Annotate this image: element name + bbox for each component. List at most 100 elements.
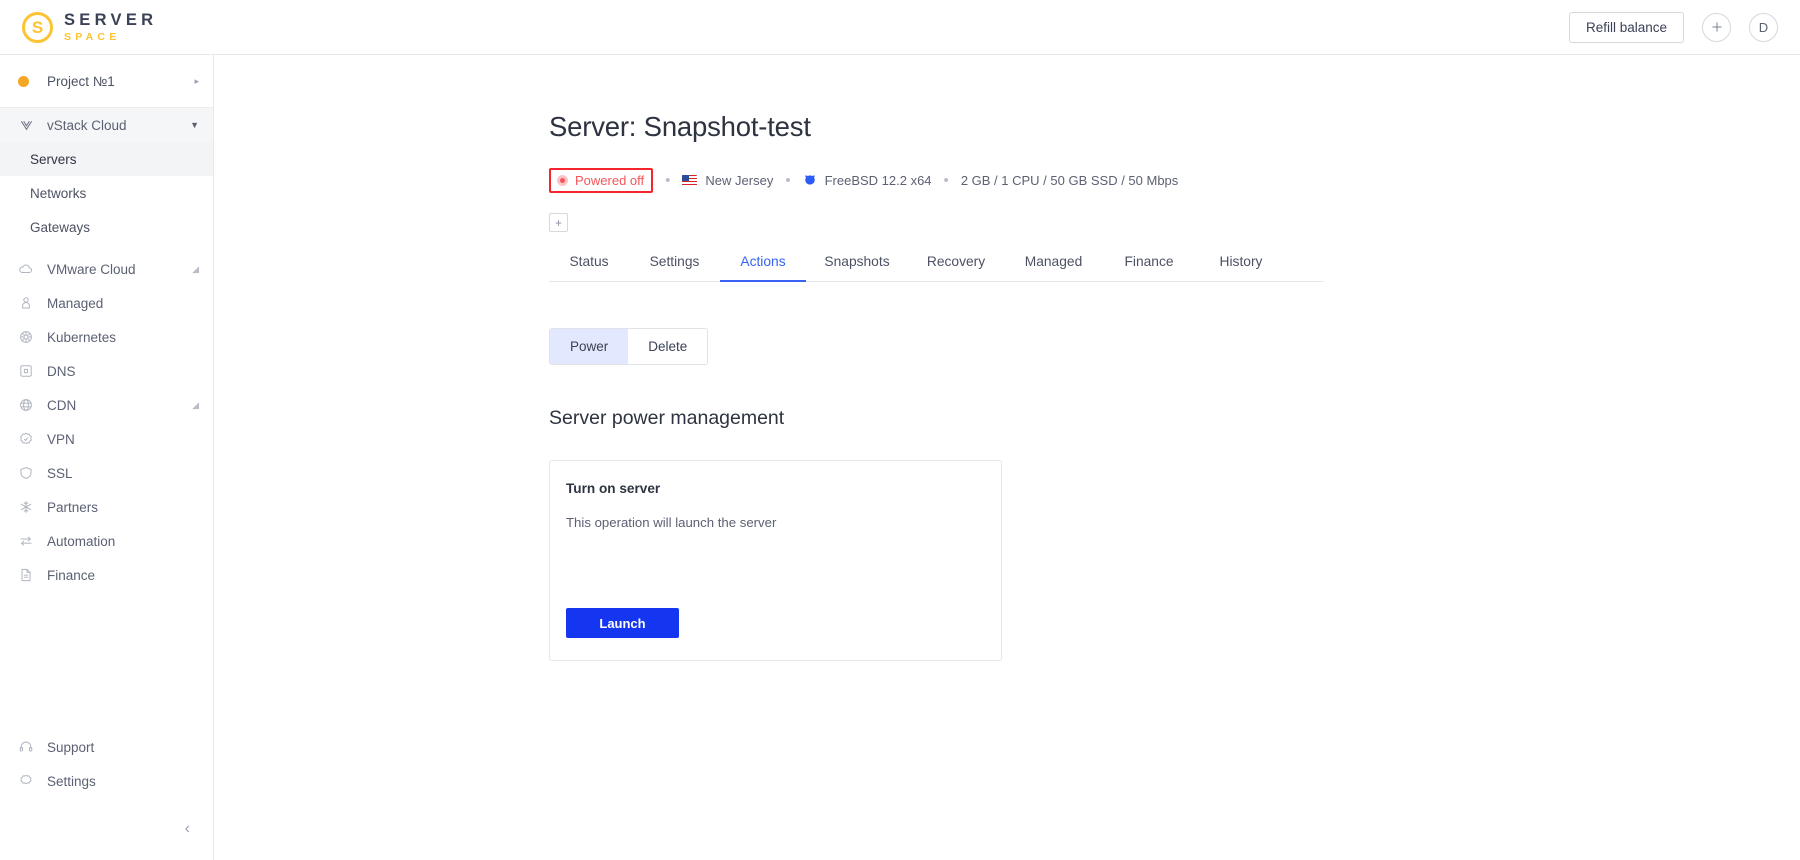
server-meta-row: Powered off • New Jersey • FreeBSD 12.2 … bbox=[549, 167, 1800, 193]
refill-balance-button[interactable]: Refill balance bbox=[1568, 11, 1684, 43]
sidebar-item-label: SSL bbox=[47, 465, 73, 481]
sidebar: Project №1 ▸ vStack Cloud ▼ Servers Netw… bbox=[0, 55, 214, 860]
delete-mode-button[interactable]: Delete bbox=[628, 329, 708, 364]
vpn-badge-icon bbox=[18, 431, 34, 447]
sidebar-item-label: Support bbox=[47, 739, 95, 755]
us-flag-icon bbox=[682, 174, 698, 186]
chevron-down-icon: ▼ bbox=[190, 120, 199, 130]
vstack-icon bbox=[18, 117, 34, 133]
sidebar-item-label: Kubernetes bbox=[47, 329, 117, 345]
sidebar-item-label: Gateways bbox=[30, 219, 91, 235]
headset-icon bbox=[18, 739, 34, 755]
sidebar-item-cdn[interactable]: CDN ◢ bbox=[0, 388, 213, 422]
main-content: Server: Snapshot-test Powered off • New … bbox=[215, 56, 1800, 860]
top-bar: S SERVER SPACE Refill balance D bbox=[0, 0, 1800, 55]
expand-arrow-icon: ◢ bbox=[192, 399, 199, 410]
freebsd-icon bbox=[803, 173, 817, 187]
sidebar-item-vpn[interactable]: VPN bbox=[0, 422, 213, 456]
dns-box-icon bbox=[18, 363, 34, 379]
sidebar-item-support[interactable]: Support bbox=[0, 730, 214, 764]
sidebar-item-servers[interactable]: Servers bbox=[0, 142, 213, 176]
sidebar-item-networks[interactable]: Networks bbox=[0, 176, 213, 210]
card-description: This operation will launch the server bbox=[566, 515, 777, 530]
snowflake-icon bbox=[18, 499, 34, 515]
gear-icon bbox=[18, 773, 34, 789]
tab-finance[interactable]: Finance bbox=[1103, 254, 1195, 281]
sidebar-item-vstack-cloud[interactable]: vStack Cloud ▼ bbox=[0, 108, 213, 142]
tab-managed[interactable]: Managed bbox=[1004, 254, 1103, 281]
sidebar-nav: vStack Cloud ▼ Servers Networks Gateways… bbox=[0, 108, 213, 592]
project-label: Project №1 bbox=[47, 73, 115, 89]
tab-label: Finance bbox=[1124, 254, 1174, 269]
tab-label: Settings bbox=[649, 254, 700, 269]
server-specs: 2 GB / 1 CPU / 50 GB SSD / 50 Mbps bbox=[961, 173, 1178, 188]
sidebar-item-gateways[interactable]: Gateways bbox=[0, 210, 213, 244]
avatar[interactable]: D bbox=[1749, 12, 1778, 42]
sidebar-item-automation[interactable]: Automation bbox=[0, 524, 213, 558]
tab-snapshots[interactable]: Snapshots bbox=[806, 254, 908, 281]
action-mode-switch: Power Delete bbox=[549, 328, 709, 365]
server-location: New Jersey bbox=[682, 173, 773, 188]
status-label: Powered off bbox=[575, 172, 645, 188]
brand-logo[interactable]: S SERVER SPACE bbox=[22, 11, 158, 43]
sidebar-item-finance[interactable]: Finance bbox=[0, 558, 213, 592]
top-bar-actions: Refill balance D bbox=[1568, 11, 1778, 43]
sidebar-footer: Support Settings ‹ bbox=[0, 730, 214, 860]
power-action-card: Turn on server This operation will launc… bbox=[549, 460, 1002, 661]
tab-label: Snapshots bbox=[824, 254, 890, 269]
sidebar-item-label: Partners bbox=[47, 499, 99, 515]
kubernetes-icon bbox=[18, 329, 34, 345]
sidebar-item-label: Servers bbox=[30, 151, 77, 167]
sidebar-collapse-button[interactable]: ‹ bbox=[0, 798, 214, 860]
meta-separator: • bbox=[665, 171, 671, 189]
cloud-icon bbox=[18, 261, 34, 277]
sidebar-item-label: Automation bbox=[47, 533, 116, 549]
card-title: Turn on server bbox=[566, 481, 661, 496]
tab-label: Actions bbox=[740, 254, 786, 269]
sidebar-item-partners[interactable]: Partners bbox=[0, 490, 213, 524]
specs-label: 2 GB / 1 CPU / 50 GB SSD / 50 Mbps bbox=[960, 172, 1179, 188]
page-title: Server: Snapshot-test bbox=[549, 111, 811, 142]
expand-arrow-icon: ◢ bbox=[192, 263, 199, 274]
os-label: FreeBSD 12.2 x64 bbox=[824, 172, 932, 188]
sidebar-item-label: vStack Cloud bbox=[47, 117, 127, 133]
shield-icon bbox=[18, 465, 34, 481]
meta-separator: • bbox=[943, 171, 949, 189]
logo-circle-icon: S bbox=[22, 11, 53, 43]
logo-title: SERVER bbox=[64, 11, 158, 29]
project-status-dot-icon bbox=[18, 75, 29, 87]
sidebar-item-managed[interactable]: Managed bbox=[0, 286, 213, 320]
sidebar-item-label: VPN bbox=[47, 431, 75, 447]
project-selector[interactable]: Project №1 ▸ bbox=[0, 55, 213, 108]
logo-mark-letter: S bbox=[31, 17, 44, 37]
tab-status[interactable]: Status bbox=[549, 254, 629, 281]
add-button[interactable] bbox=[1702, 12, 1731, 42]
user-lock-icon bbox=[18, 295, 34, 311]
sidebar-item-label: DNS bbox=[47, 363, 76, 379]
sidebar-item-settings[interactable]: Settings bbox=[0, 764, 214, 798]
sidebar-item-ssl[interactable]: SSL bbox=[0, 456, 213, 490]
section-title: Server power management bbox=[549, 407, 785, 429]
tab-history[interactable]: History bbox=[1195, 254, 1287, 281]
server-os: FreeBSD 12.2 x64 bbox=[803, 173, 932, 188]
tab-settings[interactable]: Settings bbox=[629, 254, 720, 281]
power-mode-button[interactable]: Power bbox=[550, 329, 629, 364]
tab-actions[interactable]: Actions bbox=[720, 254, 806, 282]
sidebar-item-label: Networks bbox=[30, 185, 87, 201]
tab-label: History bbox=[1219, 254, 1263, 269]
sidebar-item-label: CDN bbox=[47, 397, 77, 413]
document-icon bbox=[18, 567, 34, 583]
sidebar-item-kubernetes[interactable]: Kubernetes bbox=[0, 320, 213, 354]
sidebar-item-vmware-cloud[interactable]: VMware Cloud ◢ bbox=[0, 252, 213, 286]
avatar-initial: D bbox=[1758, 19, 1769, 35]
status-badge: Powered off bbox=[549, 167, 654, 193]
add-tag-button[interactable]: + bbox=[549, 213, 568, 232]
meta-separator: • bbox=[785, 171, 791, 189]
tab-label: Recovery bbox=[926, 254, 986, 269]
globe-icon bbox=[18, 397, 34, 413]
sidebar-item-dns[interactable]: DNS bbox=[0, 354, 213, 388]
logo-subtitle: SPACE bbox=[64, 30, 121, 43]
tab-label: Managed bbox=[1024, 254, 1083, 269]
launch-button[interactable]: Launch bbox=[566, 608, 679, 638]
tab-recovery[interactable]: Recovery bbox=[908, 254, 1004, 281]
